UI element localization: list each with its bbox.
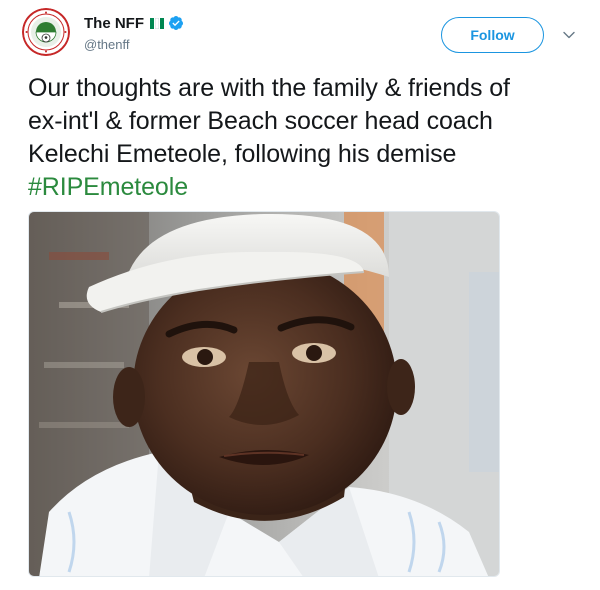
verified-badge-icon	[168, 16, 183, 30]
tweet-photo[interactable]	[28, 211, 500, 577]
display-name[interactable]: The NFF	[84, 15, 144, 32]
flag-stripe	[160, 17, 164, 29]
nigeria-flag-icon	[150, 17, 165, 29]
tweet-card: The NFF @thenff Follow Our thoughts are …	[0, 0, 600, 590]
tweet-text: Our thoughts are with the family & frien…	[28, 72, 588, 204]
nff-logo-icon	[22, 8, 70, 56]
avatar[interactable]	[22, 8, 70, 56]
tweet-text-line: Kelechi Emeteole, following his demise	[28, 140, 457, 168]
follow-button[interactable]: Follow	[441, 17, 544, 53]
account-name-row[interactable]: The NFF	[84, 13, 184, 33]
tweet-text-line: Our thoughts are with the family & frien…	[28, 74, 510, 102]
hashtag-link[interactable]: #RIPEmeteole	[28, 171, 588, 204]
chevron-down-icon[interactable]	[562, 28, 576, 42]
tweet-text-line: ex-int'l & former Beach soccer head coac…	[28, 107, 493, 135]
flag-stripe	[155, 17, 159, 29]
flag-stripe	[150, 17, 154, 29]
portrait-photo	[29, 212, 499, 576]
account-handle[interactable]: @thenff	[84, 37, 130, 52]
